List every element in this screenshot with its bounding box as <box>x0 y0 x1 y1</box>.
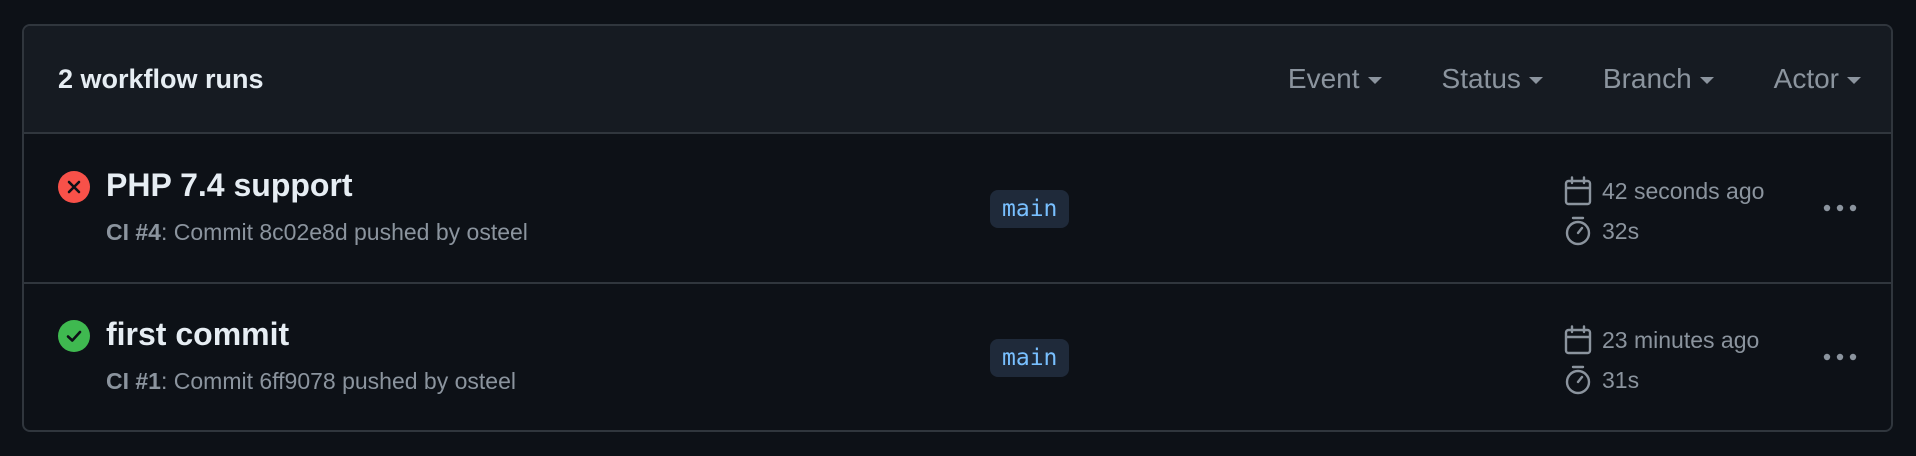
caret-down-icon <box>1847 77 1861 84</box>
event-filter-label: Event <box>1287 63 1360 94</box>
workflow-run-row: PHP 7.4 support CI #4: Commit 8c02e8d pu… <box>24 134 1891 282</box>
run-workflow-number: CI #1 <box>106 368 161 394</box>
actor-filter[interactable]: Actor <box>1774 63 1861 95</box>
run-title-link[interactable]: PHP 7.4 support <box>106 167 353 204</box>
more-options-button[interactable] <box>1820 342 1860 372</box>
kebab-horizontal-icon <box>1823 353 1857 361</box>
run-details: CI #4: Commit 8c02e8d pushed by osteel <box>106 219 528 246</box>
branch-filter[interactable]: Branch <box>1603 63 1714 95</box>
caret-down-icon <box>1367 77 1382 84</box>
run-commit-info: : Commit 6ff9078 pushed by osteel <box>160 368 516 394</box>
workflow-runs-panel: 2 workflow runs Event Status Branch Acto… <box>22 24 1893 432</box>
workflow-runs-header: 2 workflow runs Event Status Branch Acto… <box>24 26 1891 134</box>
filters-bar: Event Status Branch Actor <box>1288 63 1861 95</box>
branch-badge[interactable]: main <box>990 190 1070 228</box>
branch-badge[interactable]: main <box>990 339 1070 377</box>
branch-filter-label: Branch <box>1602 63 1692 94</box>
run-duration: 31s <box>1564 365 1639 395</box>
status-filter[interactable]: Status <box>1442 63 1543 95</box>
x-circle-icon <box>58 171 90 203</box>
run-details: CI #1: Commit 6ff9078 pushed by osteel <box>106 368 516 395</box>
kebab-horizontal-icon <box>1823 204 1857 212</box>
status-filter-label: Status <box>1441 63 1521 94</box>
check-circle-icon <box>58 320 90 352</box>
run-duration: 32s <box>1564 216 1639 246</box>
caret-down-icon <box>1528 77 1543 84</box>
event-filter[interactable]: Event <box>1288 63 1382 95</box>
time-ago-text: 42 seconds ago <box>1602 177 1765 204</box>
workflow-run-row: first commit CI #1: Commit 6ff9078 pushe… <box>24 282 1891 430</box>
run-commit-info: : Commit 8c02e8d pushed by osteel <box>160 219 528 245</box>
runs-count: 2 workflow runs <box>58 63 264 94</box>
run-workflow-number: CI #4 <box>106 219 161 245</box>
actor-filter-label: Actor <box>1773 63 1839 94</box>
time-ago-text: 23 minutes ago <box>1602 326 1760 353</box>
run-time-ago: 23 minutes ago <box>1564 325 1759 355</box>
more-options-button[interactable] <box>1820 193 1860 223</box>
calendar-icon <box>1564 176 1592 206</box>
calendar-icon <box>1564 325 1592 355</box>
run-title-link[interactable]: first commit <box>106 316 289 353</box>
run-time-ago: 42 seconds ago <box>1564 176 1764 206</box>
duration-text: 32s <box>1602 217 1640 244</box>
duration-text: 31s <box>1602 366 1640 393</box>
stopwatch-icon <box>1565 365 1591 395</box>
caret-down-icon <box>1699 77 1714 84</box>
stopwatch-icon <box>1565 216 1591 246</box>
